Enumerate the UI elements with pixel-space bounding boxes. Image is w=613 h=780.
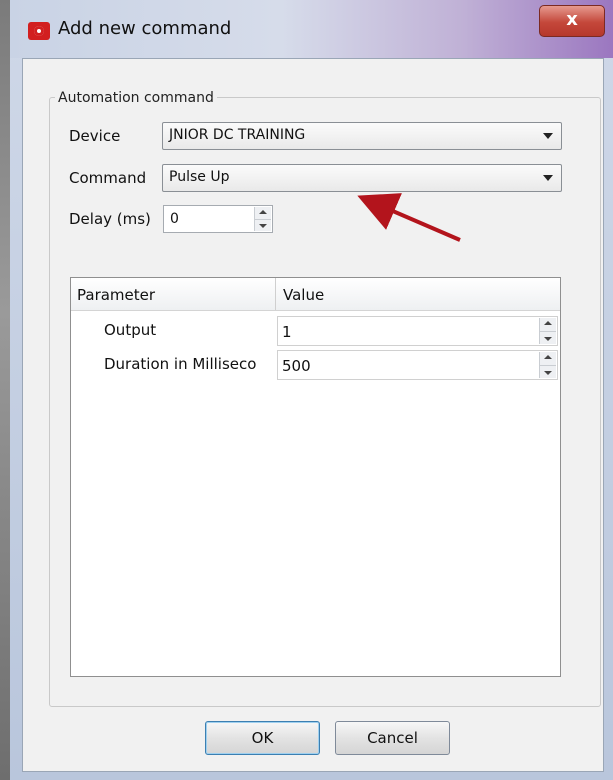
annotation-arrow-icon bbox=[357, 193, 461, 242]
